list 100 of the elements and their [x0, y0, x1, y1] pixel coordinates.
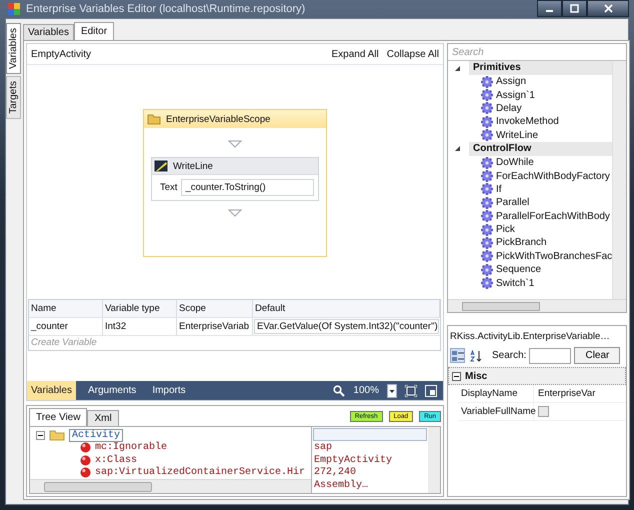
gear-icon: [481, 224, 493, 236]
checkbox[interactable]: [538, 406, 549, 417]
zoom-level: 100%: [353, 385, 379, 396]
gear-icon: [481, 264, 493, 276]
tree-node[interactable]: Activity: [69, 428, 124, 442]
field-label: Text: [160, 182, 178, 193]
toolbox-item[interactable]: ForEachWithBodyFactory: [496, 170, 610, 182]
side-tab[interactable]: Variables: [6, 23, 21, 74]
table-cell: _counter: [29, 318, 103, 335]
value-text: 272,240: [313, 467, 358, 480]
breadcrumb: EmptyActivity: [31, 48, 92, 60]
column-header[interactable]: Default: [253, 300, 440, 317]
toolbox-item[interactable]: If: [496, 184, 502, 195]
value-text: Assembly…: [313, 480, 370, 492]
category-header[interactable]: Primitives: [469, 61, 612, 75]
value-field[interactable]: [313, 428, 427, 441]
attribute-icon: [80, 442, 91, 454]
value-text: EmptyActivity: [313, 454, 394, 467]
writeline-activity[interactable]: WriteLine Text _counter.ToString(): [151, 157, 319, 201]
table-cell: EnterpriseVariab: [177, 318, 253, 335]
property-value[interactable]: EnterpriseVar: [538, 388, 596, 399]
toolbox-item[interactable]: Delay: [496, 102, 522, 114]
gear-icon: [481, 277, 493, 290]
category-header[interactable]: ControlFlow: [469, 142, 612, 156]
tree-node[interactable]: x:Class: [95, 454, 138, 466]
categorized-button[interactable]: [450, 348, 465, 363]
tab[interactable]: Variables: [23, 24, 74, 40]
toolbox-item[interactable]: Pick: [496, 224, 515, 236]
tree-node[interactable]: mc:Ignorable: [95, 442, 168, 454]
gear-icon: [481, 250, 493, 262]
toolbox-item[interactable]: Switch`1: [496, 278, 534, 289]
gear-icon: [481, 170, 493, 182]
toolbox-item[interactable]: Assign: [496, 76, 526, 88]
attribute-icon: [80, 467, 91, 478]
fit-to-screen-icon: [405, 384, 417, 396]
column-header[interactable]: Name: [29, 300, 103, 317]
overview-icon: [425, 384, 437, 396]
gear-icon: [481, 76, 493, 88]
sort-az-icon: [470, 350, 482, 362]
activity-title: EnterpriseVariableScope: [166, 114, 270, 124]
selected-object-label: RKiss.ActivityLib.EnterpriseVariable…: [449, 330, 611, 344]
toolbox-item[interactable]: WriteLine: [496, 130, 538, 141]
alphabetical-button[interactable]: [468, 348, 483, 363]
gear-icon: [481, 102, 493, 114]
minimize-button[interactable]: [537, 0, 562, 17]
clear-button[interactable]: Clear: [574, 347, 620, 364]
designer-tab[interactable]: Variables: [27, 381, 76, 400]
categorized-icon: [452, 350, 464, 362]
link[interactable]: Collapse All: [386, 48, 439, 60]
maximize-icon: [570, 4, 579, 13]
drop-arrow-icon: [228, 140, 242, 149]
toolbox-item[interactable]: Assign`1: [496, 90, 535, 101]
property-name: VariableFullName: [458, 403, 534, 420]
app-icon: [7, 2, 21, 16]
designer-tab[interactable]: Imports: [148, 381, 190, 400]
table-cell: EVar.GetValue(Of System.Int32)("counter"): [254, 319, 439, 334]
search-label: Search:: [492, 350, 526, 361]
horizontal-scrollbar[interactable]: [30, 479, 311, 493]
toolbox-item[interactable]: PickBranch: [496, 237, 547, 248]
activity-title: WriteLine: [173, 160, 213, 172]
gear-icon: [481, 129, 493, 142]
attribute-icon: [80, 454, 91, 466]
search-field[interactable]: [529, 348, 572, 364]
designer-tab[interactable]: Arguments: [84, 381, 140, 400]
gear-icon: [481, 183, 493, 196]
folder-icon: [147, 113, 161, 125]
gear-icon: [481, 236, 493, 249]
vertical-scrollbar[interactable]: [612, 61, 626, 299]
category-header: Misc: [465, 370, 488, 382]
gear-icon: [481, 89, 493, 102]
scope-activity[interactable]: EnterpriseVariableScope WriteLine Text _counter.ToString(): [143, 109, 327, 257]
toolbox-item[interactable]: ParallelForEachWithBody: [496, 210, 610, 222]
link[interactable]: Expand All: [331, 48, 379, 60]
toolbox-item[interactable]: Sequence: [496, 264, 542, 276]
expression-field[interactable]: _counter.ToString(): [181, 179, 314, 196]
toolbox-item[interactable]: Parallel: [496, 197, 530, 208]
dropdown-icon: [387, 384, 397, 398]
property-name: DisplayName: [458, 385, 534, 402]
maximize-button[interactable]: [562, 0, 587, 17]
search-icon: [333, 384, 346, 396]
side-tab[interactable]: Targets: [6, 76, 21, 119]
vertical-scrollbar[interactable]: [428, 427, 440, 493]
tree-node[interactable]: sap:VirtualizedContainerService.Hir: [95, 467, 306, 478]
column-header[interactable]: Variable type: [103, 300, 177, 317]
column-header[interactable]: Scope: [177, 300, 253, 317]
tab[interactable]: Tree View: [29, 408, 88, 426]
tab[interactable]: Xml: [87, 410, 119, 426]
window-title: Enterprise Variables Editor (localhost\Runtime.repository): [26, 3, 306, 15]
writeline-icon: [154, 160, 168, 172]
toolbox-item[interactable]: InvokeMethod: [496, 116, 559, 128]
close-button[interactable]: [587, 0, 629, 17]
tab[interactable]: Editor: [74, 22, 114, 40]
toolbox-item[interactable]: PickWithTwoBranchesFac: [496, 250, 612, 262]
toolbox-item[interactable]: DoWhile: [496, 157, 534, 168]
close-icon: [604, 4, 612, 13]
folder-icon: [49, 429, 65, 442]
horizontal-scrollbar[interactable]: [448, 299, 626, 312]
value-text: sap: [313, 442, 334, 454]
gear-icon: [481, 196, 493, 209]
gear-icon: [481, 210, 493, 222]
